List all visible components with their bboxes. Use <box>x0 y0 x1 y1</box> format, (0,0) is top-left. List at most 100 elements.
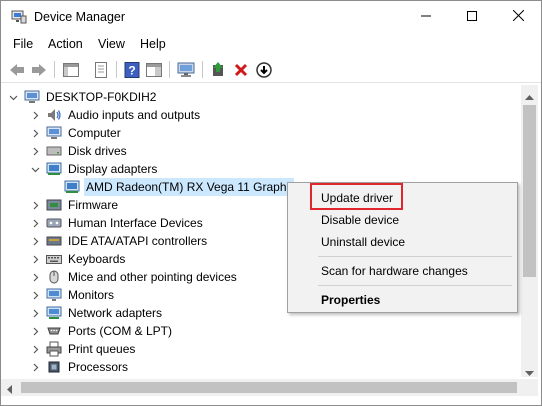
tree-item-label: AMD Radeon(TM) RX Vega 11 Graphic <box>86 180 296 194</box>
menu-action[interactable]: Action <box>48 37 83 51</box>
enable-device-icon[interactable] <box>254 60 274 80</box>
menu-file[interactable]: File <box>13 37 33 51</box>
tree-item-label: Network adapters <box>68 306 163 320</box>
display-adapter-icon <box>64 179 80 195</box>
tree-item-label: Processors <box>68 360 129 374</box>
menu-item-uninstall-device[interactable]: Uninstall device <box>321 234 405 250</box>
mouse-icon <box>46 269 62 285</box>
scroll-left-arrow-icon[interactable] <box>6 383 12 397</box>
horizontal-scroll-thumb[interactable] <box>21 382 517 393</box>
menu-help[interactable]: Help <box>140 37 166 51</box>
tree-item-monitors[interactable]: Monitors <box>29 286 116 304</box>
chevron-right-icon[interactable] <box>29 268 41 286</box>
chevron-down-icon[interactable] <box>29 160 41 178</box>
tree-item-display-adapters[interactable]: Display adapters <box>29 160 159 178</box>
tree-item-amd-radeon[interactable]: AMD Radeon(TM) RX Vega 11 Graphic <box>64 178 297 196</box>
device-manager-app-icon <box>11 10 27 24</box>
tree-item-disk-drives[interactable]: Disk drives <box>29 142 129 160</box>
toolbar-separator <box>202 61 203 78</box>
tree-root-label: DESKTOP-F0KDIH2 <box>46 90 157 104</box>
tree-item-ports[interactable]: Ports (COM & LPT) <box>29 322 174 340</box>
menu-item-scan-hardware[interactable]: Scan for hardware changes <box>321 263 468 279</box>
tree-item-label: Monitors <box>68 288 115 302</box>
chevron-right-icon[interactable] <box>29 142 41 160</box>
chevron-right-icon[interactable] <box>29 304 41 322</box>
tree-item-label: Mice and other pointing devices <box>68 270 237 284</box>
maximize-icon <box>467 10 477 24</box>
minimize-button[interactable] <box>403 1 449 33</box>
monitor-icon <box>46 287 62 303</box>
update-driver-highlight <box>310 183 403 210</box>
computer-icon <box>24 89 40 105</box>
chevron-right-icon[interactable] <box>29 286 41 304</box>
device-manager-window: Device Manager File Action View Help ? D… <box>0 0 542 406</box>
port-icon <box>46 323 62 339</box>
tree-item-hid[interactable]: Human Interface Devices <box>29 214 205 232</box>
chevron-right-icon[interactable] <box>29 196 41 214</box>
back-arrow-icon[interactable] <box>7 60 27 80</box>
context-menu-separator <box>318 256 512 257</box>
tree-item-ide[interactable]: IDE ATA/ATAPI controllers <box>29 232 209 250</box>
tree-item-label: Ports (COM & LPT) <box>68 324 173 338</box>
tree-item-label: Audio inputs and outputs <box>68 108 201 122</box>
computer-icon <box>46 125 62 141</box>
tree-item-audio[interactable]: Audio inputs and outputs <box>29 106 202 124</box>
chevron-down-icon[interactable] <box>7 88 19 106</box>
chevron-right-icon[interactable] <box>29 358 41 376</box>
chevron-right-icon[interactable] <box>29 322 41 340</box>
keyboard-icon <box>46 251 62 267</box>
tree-item-label: Disk drives <box>68 144 127 158</box>
chevron-right-icon[interactable] <box>29 106 41 124</box>
vertical-scroll-thumb[interactable] <box>523 105 536 277</box>
tree-item-computer[interactable]: Computer <box>29 124 123 142</box>
scroll-down-arrow-icon[interactable] <box>525 366 534 380</box>
menu-item-disable-device[interactable]: Disable device <box>321 212 399 228</box>
chevron-right-icon[interactable] <box>29 340 41 358</box>
tree-item-firmware[interactable]: Firmware <box>29 196 120 214</box>
chevron-right-icon[interactable] <box>29 214 41 232</box>
help-icon[interactable]: ? <box>122 60 142 80</box>
network-adapter-icon <box>46 305 62 321</box>
printer-icon <box>46 341 62 357</box>
toolbar-separator <box>54 61 55 78</box>
tree-item-mice[interactable]: Mice and other pointing devices <box>29 268 239 286</box>
tree-root[interactable]: DESKTOP-F0KDIH2 <box>7 88 158 106</box>
menu-bar: File Action View Help <box>1 33 541 55</box>
toolbar: ? <box>1 56 541 83</box>
tree-item-processors[interactable]: Processors <box>29 358 130 376</box>
processor-icon <box>46 359 62 375</box>
window-title: Device Manager <box>34 10 126 24</box>
tree-item-network[interactable]: Network adapters <box>29 304 164 322</box>
close-button[interactable] <box>495 1 541 33</box>
toolbar-separator <box>169 61 170 78</box>
scroll-up-arrow-icon[interactable] <box>525 89 534 103</box>
tree-item-label: Human Interface Devices <box>68 216 203 230</box>
forward-arrow-icon[interactable] <box>29 60 49 80</box>
update-driver-icon[interactable] <box>208 60 228 80</box>
maximize-button[interactable] <box>449 1 495 33</box>
tree-item-label: Keyboards <box>68 252 126 266</box>
action-pane-icon[interactable] <box>144 60 164 80</box>
chevron-right-icon[interactable] <box>29 232 41 250</box>
display-adapter-icon <box>46 161 62 177</box>
tree-item-label: Print queues <box>68 342 136 356</box>
menu-item-properties[interactable]: Properties <box>321 292 380 308</box>
properties-icon[interactable] <box>91 60 111 80</box>
tree-item-label: Display adapters <box>68 162 158 176</box>
chevron-right-icon[interactable] <box>29 250 41 268</box>
context-menu-separator <box>318 285 512 286</box>
show-hide-tree-icon[interactable] <box>61 60 81 80</box>
menu-view[interactable]: View <box>98 37 125 51</box>
firmware-icon <box>46 197 62 213</box>
title-bar[interactable]: Device Manager <box>1 1 541 33</box>
tree-item-keyboards[interactable]: Keyboards <box>29 250 127 268</box>
chevron-right-icon[interactable] <box>29 124 41 142</box>
tree-item-print-queues[interactable]: Print queues <box>29 340 137 358</box>
tree-item-label: Computer <box>68 126 121 140</box>
monitor-scan-icon[interactable] <box>176 60 196 80</box>
scrollbar-corner <box>521 379 538 396</box>
tree-item-label: IDE ATA/ATAPI controllers <box>68 234 208 248</box>
uninstall-device-icon[interactable] <box>231 60 251 80</box>
close-icon <box>512 9 524 24</box>
minimize-icon <box>421 10 431 24</box>
